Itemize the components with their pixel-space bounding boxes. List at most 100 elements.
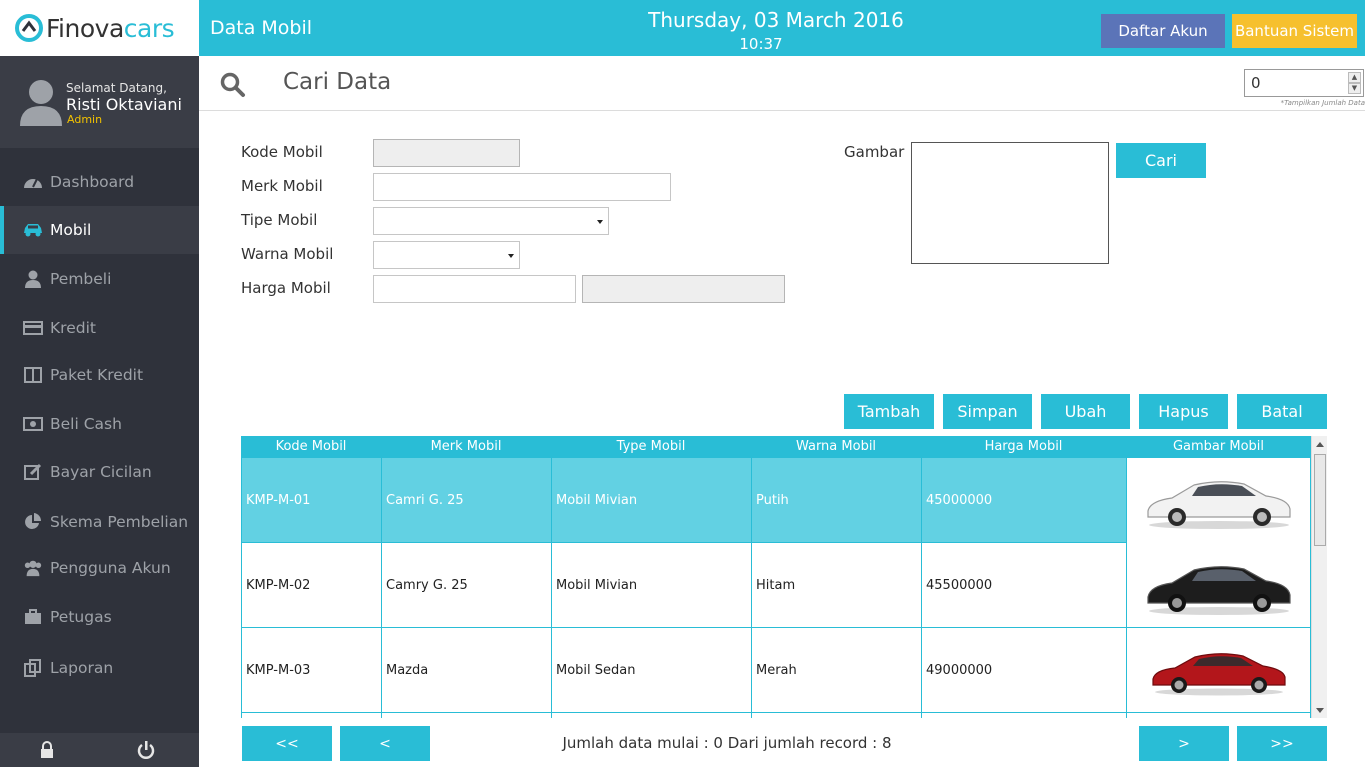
nav-label: Petugas	[50, 608, 112, 626]
nav-item-pembeli[interactable]: Pembeli	[0, 255, 199, 303]
nav-label: Kredit	[50, 319, 96, 337]
dashboard-icon	[23, 173, 43, 191]
cell-harga: 45000000	[921, 458, 1126, 543]
cari-gambar-button[interactable]: Cari	[1116, 143, 1206, 178]
prev-page-button[interactable]: <	[340, 726, 430, 761]
scroll-up-icon[interactable]	[1316, 442, 1324, 447]
cell-warna: Putih	[751, 458, 921, 543]
nav-item-bayar-cicilan[interactable]: Bayar Cicilan	[0, 448, 199, 496]
power-icon[interactable]	[137, 741, 155, 759]
cell-harga: 45500000	[921, 543, 1126, 628]
table-row[interactable]: KMP-M-03 Mazda Mobil Sedan Merah 4900000…	[241, 628, 1311, 713]
table-row[interactable]: KMP-M-01 Camri G. 25 Mobil Mivian Putih …	[241, 458, 1311, 543]
table-scrollbar[interactable]	[1311, 436, 1327, 718]
logo-text-1: Finova	[46, 13, 124, 43]
merk-mobil-field[interactable]	[373, 173, 671, 201]
nav-label: Paket Kredit	[50, 366, 144, 384]
scroll-thumb[interactable]	[1314, 454, 1326, 546]
users-icon	[23, 559, 43, 577]
stepper-arrows[interactable]: ▲ ▼	[1348, 72, 1361, 94]
car-image-black	[1146, 565, 1291, 615]
cell-harga: 49000000	[921, 628, 1126, 713]
kode-mobil-label: Kode Mobil	[241, 143, 323, 161]
user-icon	[23, 270, 43, 288]
edit-icon	[23, 463, 43, 481]
nav-item-pengguna-akun[interactable]: Pengguna Akun	[0, 544, 199, 592]
tipe-mobil-label: Tipe Mobil	[241, 211, 318, 229]
sidebar-footer	[0, 733, 199, 767]
nav-item-petugas[interactable]: Petugas	[0, 593, 199, 641]
pie-chart-icon	[23, 513, 43, 531]
header-harga-mobil[interactable]: Harga Mobil	[921, 436, 1126, 458]
user-name: Risti Oktaviani	[66, 95, 182, 114]
data-count-stepper[interactable]: 0 ▲ ▼	[1244, 69, 1364, 97]
scroll-down-icon[interactable]	[1316, 708, 1324, 713]
daftar-akun-button[interactable]: Daftar Akun	[1101, 14, 1225, 48]
next-page-button[interactable]: >	[1139, 726, 1229, 761]
credit-card-icon	[23, 319, 43, 337]
header-warna-mobil[interactable]: Warna Mobil	[751, 436, 921, 458]
table-row[interactable]: KMP-M-02 Camry G. 25 Mobil Mivian Hitam …	[241, 543, 1311, 628]
car-icon	[23, 221, 43, 239]
stepper-up-icon[interactable]: ▲	[1348, 72, 1361, 83]
chevron-down-icon	[597, 220, 603, 224]
table-row[interactable]	[241, 713, 1311, 718]
search-title: Cari Data	[283, 69, 392, 95]
header-type-mobil[interactable]: Type Mobil	[551, 436, 751, 458]
hapus-button[interactable]: Hapus	[1139, 394, 1228, 429]
cell-merk: Mazda	[381, 628, 551, 713]
kode-mobil-field	[373, 139, 520, 167]
batal-button[interactable]: Batal	[1237, 394, 1327, 429]
cell-kode: KMP-M-01	[241, 458, 381, 543]
bantuan-sistem-button[interactable]: Bantuan Sistem	[1232, 14, 1357, 48]
header-merk-mobil[interactable]: Merk Mobil	[381, 436, 551, 458]
lock-icon[interactable]	[38, 741, 56, 759]
first-page-button[interactable]: <<	[242, 726, 332, 761]
nav-item-paket-kredit[interactable]: Paket Kredit	[0, 351, 199, 399]
nav-label: Laporan	[50, 659, 114, 677]
last-page-button[interactable]: >>	[1237, 726, 1327, 761]
nav-label: Skema Pembelian	[50, 513, 189, 531]
nav-item-mobil[interactable]: Mobil	[0, 206, 199, 254]
tipe-mobil-select[interactable]	[373, 207, 609, 235]
nav-item-skema-pembelian[interactable]: Skema Pembelian	[0, 498, 199, 546]
stepper-down-icon[interactable]: ▼	[1348, 83, 1361, 94]
user-profile: Selamat Datang, Risti Oktaviani Admin	[0, 56, 199, 148]
header-gambar-mobil[interactable]: Gambar Mobil	[1126, 436, 1311, 458]
cell-warna: Hitam	[751, 543, 921, 628]
harga-mobil-field[interactable]	[373, 275, 576, 303]
nav-label: Beli Cash	[50, 415, 122, 433]
cell-empty	[551, 713, 751, 718]
warna-mobil-select[interactable]	[373, 241, 520, 269]
chevron-down-icon	[508, 254, 514, 258]
cell-empty	[381, 713, 551, 718]
top-header: Data Mobil Thursday, 03 March 2016 10:37…	[199, 0, 1365, 56]
nav-item-dashboard[interactable]: Dashboard	[0, 158, 199, 206]
nav-label: Dashboard	[50, 173, 135, 191]
cell-kode: KMP-M-03	[241, 628, 381, 713]
nav-item-laporan[interactable]: Laporan	[0, 644, 199, 692]
avatar-icon	[20, 80, 62, 126]
gambar-label: Gambar	[844, 143, 905, 161]
money-icon	[23, 415, 43, 433]
table-header: Kode Mobil Merk Mobil Type Mobil Warna M…	[241, 436, 1311, 458]
nav-item-kredit[interactable]: Kredit	[0, 304, 199, 352]
header-kode-mobil[interactable]: Kode Mobil	[241, 436, 381, 458]
cell-merk: Camry G. 25	[381, 543, 551, 628]
nav-item-beli-cash[interactable]: Beli Cash	[0, 400, 199, 448]
nav-label: Pengguna Akun	[50, 559, 171, 577]
harga-terbilang-field	[582, 275, 785, 303]
tambah-button[interactable]: Tambah	[844, 394, 934, 429]
simpan-button[interactable]: Simpan	[943, 394, 1032, 429]
user-role: Admin	[67, 113, 103, 126]
gambar-preview	[911, 142, 1109, 264]
search-icon	[220, 72, 245, 97]
cell-type: Mobil Mivian	[551, 458, 751, 543]
copy-icon	[23, 659, 43, 677]
mobil-table: Kode Mobil Merk Mobil Type Mobil Warna M…	[241, 436, 1327, 718]
car-image-white	[1146, 480, 1291, 529]
harga-mobil-label: Harga Mobil	[241, 279, 331, 297]
cell-kode: KMP-M-02	[241, 543, 381, 628]
ubah-button[interactable]: Ubah	[1041, 394, 1130, 429]
merk-mobil-label: Merk Mobil	[241, 177, 323, 195]
